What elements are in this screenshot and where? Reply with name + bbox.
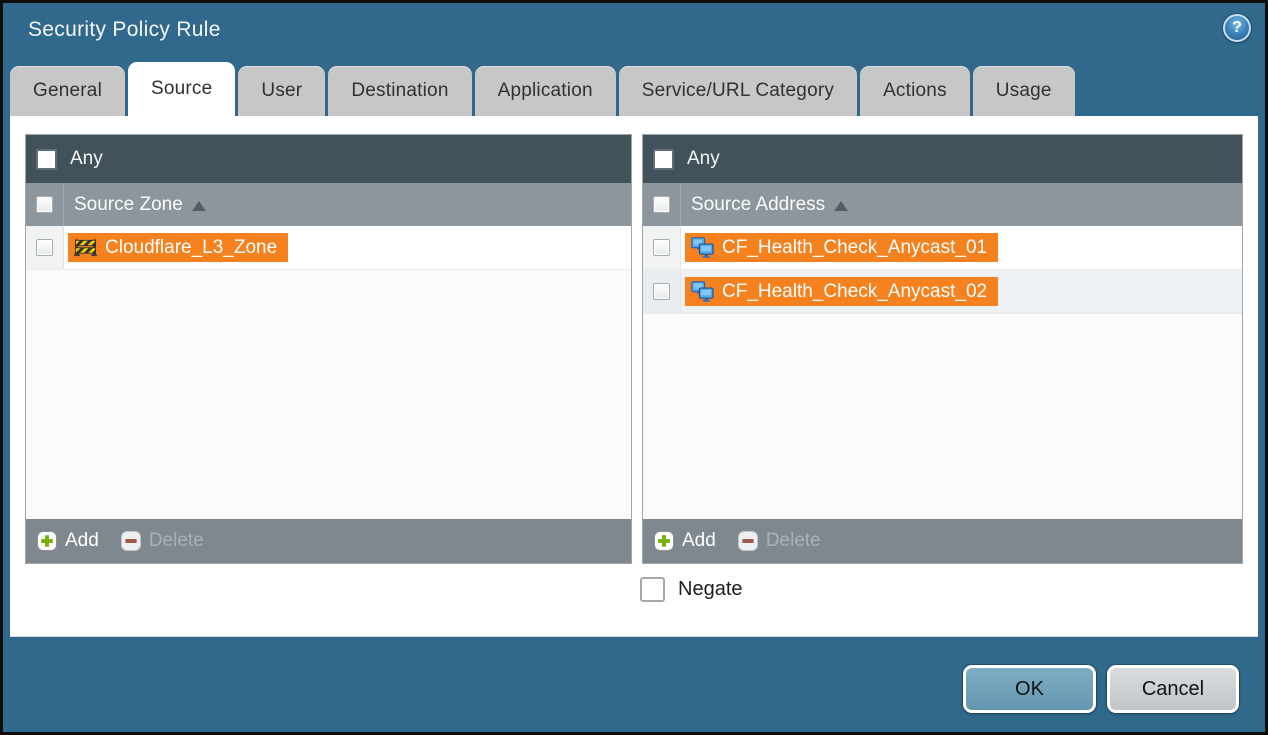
zone-icon [74,238,97,257]
source-zone-list: Cloudflare_L3_Zone [26,226,631,519]
source-zone-select-all-checkbox[interactable] [36,196,53,213]
source-zone-name: Cloudflare_L3_Zone [105,237,277,259]
source-zone-delete-button[interactable]: Delete [121,530,204,552]
source-zone-panel: Any Source Zone [25,134,632,564]
source-zone-row-checkbox[interactable] [36,239,53,256]
tab-general[interactable]: General [10,66,125,116]
tab-source[interactable]: Source [128,62,235,116]
tab-content: Any Source Zone [10,116,1258,637]
source-zone-add-button[interactable]: Add [37,530,99,552]
source-address-delete-button[interactable]: Delete [738,530,821,552]
delete-icon [738,531,758,551]
negate-row: Negate [640,577,743,602]
source-address-name: CF_Health_Check_Anycast_01 [722,237,987,259]
dialog-title: Security Policy Rule [28,18,221,42]
source-address-add-button[interactable]: Add [654,530,716,552]
tab-usage[interactable]: Usage [973,66,1075,116]
delete-button-label: Delete [766,530,821,552]
ok-button[interactable]: OK [963,665,1096,713]
security-policy-rule-dialog: Security Policy Rule ? General Source Us… [0,0,1268,735]
source-address-row[interactable]: CF_Health_Check_Anycast_02 [643,270,1242,314]
source-zone-any-label: Any [70,148,103,170]
help-icon[interactable]: ? [1223,14,1251,42]
add-button-label: Add [682,530,716,552]
source-address-toolbar: Add Delete [643,519,1242,563]
source-zone-any-checkbox[interactable] [36,149,57,170]
source-zone-column-label: Source Zone [74,194,183,216]
sort-ascending-icon [834,201,848,211]
source-address-column-label: Source Address [691,194,825,216]
source-zone-row[interactable]: Cloudflare_L3_Zone [26,226,631,270]
source-address-name: CF_Health_Check_Anycast_02 [722,281,987,303]
delete-button-label: Delete [149,530,204,552]
tab-service-url-category[interactable]: Service/URL Category [619,66,857,116]
source-address-any-label: Any [687,148,720,170]
source-address-row-checkbox[interactable] [653,239,670,256]
tab-actions[interactable]: Actions [860,66,970,116]
address-icon [691,237,714,258]
tab-bar: General Source User Destination Applicat… [10,62,1075,116]
source-address-row[interactable]: CF_Health_Check_Anycast_01 [643,226,1242,270]
source-address-any-header: Any [643,135,1242,183]
cancel-button[interactable]: Cancel [1107,665,1239,713]
negate-checkbox[interactable] [640,577,665,602]
tab-destination[interactable]: Destination [328,66,471,116]
address-icon [691,281,714,302]
source-address-select-all-checkbox[interactable] [653,196,670,213]
source-address-row-checkbox[interactable] [653,283,670,300]
source-zone-column-header[interactable]: Source Zone [26,183,631,226]
source-address-chip[interactable]: CF_Health_Check_Anycast_02 [685,277,998,306]
source-address-chip[interactable]: CF_Health_Check_Anycast_01 [685,233,998,262]
negate-label: Negate [678,578,743,601]
add-icon [37,531,57,551]
tab-user[interactable]: User [238,66,325,116]
source-address-list: CF_Health_Check_Anycast_01 [643,226,1242,519]
source-zone-any-header: Any [26,135,631,183]
source-zone-chip[interactable]: Cloudflare_L3_Zone [68,233,288,262]
source-address-panel: Any Source Address [642,134,1243,564]
sort-ascending-icon [192,201,206,211]
source-address-column-header[interactable]: Source Address [643,183,1242,226]
source-address-any-checkbox[interactable] [653,149,674,170]
delete-icon [121,531,141,551]
tab-application[interactable]: Application [475,66,616,116]
add-button-label: Add [65,530,99,552]
source-zone-toolbar: Add Delete [26,519,631,563]
add-icon [654,531,674,551]
